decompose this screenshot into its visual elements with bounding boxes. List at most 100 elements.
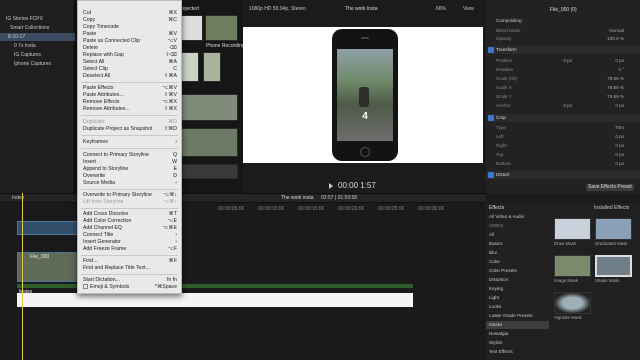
effects-category[interactable]: Light xyxy=(486,294,549,302)
effects-category[interactable]: All xyxy=(486,231,549,239)
menu-item-paste[interactable]: Paste ⌘V xyxy=(78,31,181,38)
draw-mask-thumbnail[interactable] xyxy=(554,218,591,240)
crop-right-value[interactable]: 0 px xyxy=(615,142,624,150)
anchor-x-value[interactable]: 0 px xyxy=(563,102,572,110)
clip-thumbnail[interactable] xyxy=(203,52,221,82)
anchor-y-value[interactable]: 0 px xyxy=(615,102,624,110)
scale-x-value[interactable]: 79.89 % xyxy=(607,84,624,92)
crop-type-value[interactable]: Trim xyxy=(615,124,624,132)
menu-item-insert[interactable]: Insert W xyxy=(78,159,181,166)
menu-item-copy-timecode[interactable]: Copy Timecode xyxy=(78,24,181,31)
viewer-canvas[interactable]: 4 xyxy=(243,27,483,163)
effects-category[interactable]: Nostalgia xyxy=(486,330,549,338)
crop-left-value[interactable]: 0 px xyxy=(615,133,624,141)
menu-item-channel-eq[interactable]: Add Channel EQ ⌥⌘E xyxy=(78,225,181,232)
crop-top-value[interactable]: 0 px xyxy=(615,151,624,159)
effects-category[interactable]: Text Effects xyxy=(486,348,549,356)
playhead[interactable] xyxy=(22,193,23,360)
menu-item-insert-generator[interactable]: Insert Generator › xyxy=(78,239,181,246)
effects-category[interactable]: Keying xyxy=(486,285,549,293)
menu-item-keyframes[interactable]: Keyframes › xyxy=(78,139,181,146)
primary-clip[interactable]: File_000 xyxy=(17,252,79,282)
menu-item-color-correction[interactable]: Add Color Correction ⌥E xyxy=(78,218,181,225)
save-effects-preset-button[interactable]: Save Effects Preset xyxy=(586,184,634,191)
video-frame: 4 xyxy=(337,49,393,141)
blend-mode-value[interactable]: Normal xyxy=(609,27,624,35)
shape-mask-thumbnail[interactable] xyxy=(595,255,632,277)
menu-item-select-clip[interactable]: Select Clip C xyxy=(78,66,181,73)
menu-item-overwrite[interactable]: Overwrite D xyxy=(78,173,181,180)
opacity-value[interactable]: 100.0 % xyxy=(607,35,624,43)
effects-category[interactable]: Luster Grade Presets xyxy=(486,312,549,320)
title-clip[interactable] xyxy=(17,293,413,307)
scale-all-value[interactable]: 79.89 % xyxy=(607,75,624,83)
clip-thumbnail[interactable] xyxy=(181,52,199,82)
keyword-item-ig-captures[interactable]: IG Captures xyxy=(0,51,75,59)
timecode-display[interactable]: 00:00 1:57 xyxy=(338,181,376,190)
menu-item-append[interactable]: Append to Storyline E xyxy=(78,166,181,173)
menu-item-copy[interactable]: Copy ⌘C xyxy=(78,17,181,24)
effects-category[interactable]: Distortion xyxy=(486,276,549,284)
effects-category[interactable]: Color Presets xyxy=(486,267,549,275)
connected-clip[interactable] xyxy=(17,221,79,235)
menu-item-deselect-all[interactable]: Deselect All ⇧⌘A xyxy=(78,73,181,80)
position-y-value[interactable]: 0 px xyxy=(615,57,624,65)
menu-item-source-media[interactable]: Source Media › xyxy=(78,180,181,187)
menu-item-cut[interactable]: Cut ⌘X xyxy=(78,10,181,17)
vignette-mask-thumbnail[interactable] xyxy=(554,292,591,314)
effects-category[interactable]: Stylize xyxy=(486,339,549,347)
crop-bottom-value[interactable]: 0 px xyxy=(615,160,624,168)
effects-category[interactable]: Color xyxy=(486,258,549,266)
effects-category[interactable]: All Video & Audio xyxy=(486,213,549,221)
menu-item-connect-title[interactable]: Connect Title › xyxy=(78,232,181,239)
menu-item-cross-dissolve[interactable]: Add Cross Dissolve ⌘T xyxy=(78,211,181,218)
timeline[interactable]: 00:00:05:00 00:00:10:00 00:00:15:00 00:0… xyxy=(0,203,486,360)
menu-item-find-replace[interactable]: Find and Replace Title Text... xyxy=(78,265,181,272)
menu-item-remove-effects[interactable]: Remove Effects ⌥⌘X xyxy=(78,99,181,106)
effects-category[interactable]: Looks xyxy=(486,303,549,311)
image-mask-thumbnail[interactable] xyxy=(554,255,591,277)
event-item-8-10-17[interactable]: 8-10-17 xyxy=(0,33,75,41)
menu-item-delete[interactable]: Delete ⌫ xyxy=(78,45,181,52)
distort-checkbox[interactable] xyxy=(488,172,494,178)
view-menu[interactable]: View xyxy=(463,6,474,13)
effects-category[interactable]: Blur xyxy=(486,249,549,257)
menu-item-connect-primary[interactable]: Connect to Primary Storyline Q xyxy=(78,152,181,159)
position-x-value[interactable]: 0 px xyxy=(563,57,572,65)
transform-header[interactable]: Transform xyxy=(496,46,517,54)
play-icon[interactable] xyxy=(329,183,333,189)
menu-item-remove-attributes[interactable]: Remove Attributes... ⇧⌘X xyxy=(78,106,181,113)
crop-checkbox[interactable] xyxy=(488,115,494,121)
menu-item-find[interactable]: Find... ⌘F xyxy=(78,258,181,265)
smart-collections-item[interactable]: Smart Collections xyxy=(0,24,75,32)
menu-item-paste-attributes[interactable]: Paste Attributes... ⇧⌘V xyxy=(78,92,181,99)
rotation-value[interactable]: 0 ° xyxy=(618,66,624,74)
zoom-menu[interactable]: 66% xyxy=(436,6,446,13)
menu-item-duplicate-snapshot[interactable]: Duplicate Project as Snapshot ⇧⌘D xyxy=(78,126,181,133)
menu-item-freeze-frame[interactable]: Add Freeze Frame ⌥F xyxy=(78,246,181,253)
clip-thumbnail[interactable] xyxy=(181,15,203,41)
transform-checkbox[interactable] xyxy=(488,47,494,53)
graduated-mask-thumbnail[interactable] xyxy=(595,218,632,240)
menu-item-replace-gap[interactable]: Replace with Gap ⇧⌫ xyxy=(78,52,181,59)
menu-item-select-all[interactable]: Select All ⌘A xyxy=(78,59,181,66)
menu-item-start-dictation[interactable]: Start Dictation... fn fn xyxy=(78,277,181,284)
menu-item-emoji[interactable]: Emoji & Symbols ^⌘Space xyxy=(78,284,181,291)
library-title[interactable]: IG Stories FCPX xyxy=(0,15,75,23)
compositing-header[interactable]: Compositing xyxy=(496,17,522,25)
distort-header[interactable]: Distort xyxy=(496,171,509,179)
clip-thumbnail[interactable] xyxy=(181,94,238,121)
menu-item-paste-effects[interactable]: Paste Effects ⌥⌘V xyxy=(78,85,181,92)
menu-item-overwrite-primary[interactable]: Overwrite to Primary Storyline ⌥⌘↓ xyxy=(78,192,181,199)
menu-item-paste-connected[interactable]: Paste as Connected Clip ⌥V xyxy=(78,38,181,45)
installed-effects-menu[interactable]: Installed Effects xyxy=(594,205,629,212)
keyword-item-iphone-captures[interactable]: Iphone Captures xyxy=(0,60,75,68)
effects-category[interactable]: Basics xyxy=(486,240,549,248)
scale-y-value[interactable]: 79.89 % xyxy=(607,93,624,101)
keyword-item-insta[interactable]: 0 7x Insta xyxy=(0,42,75,50)
clip-thumbnail[interactable] xyxy=(181,164,238,179)
effects-category-selected[interactable]: Masks xyxy=(486,321,549,329)
clip-thumbnail[interactable] xyxy=(205,15,238,41)
crop-header[interactable]: Crop xyxy=(496,114,506,122)
clip-thumbnail[interactable] xyxy=(181,128,238,157)
